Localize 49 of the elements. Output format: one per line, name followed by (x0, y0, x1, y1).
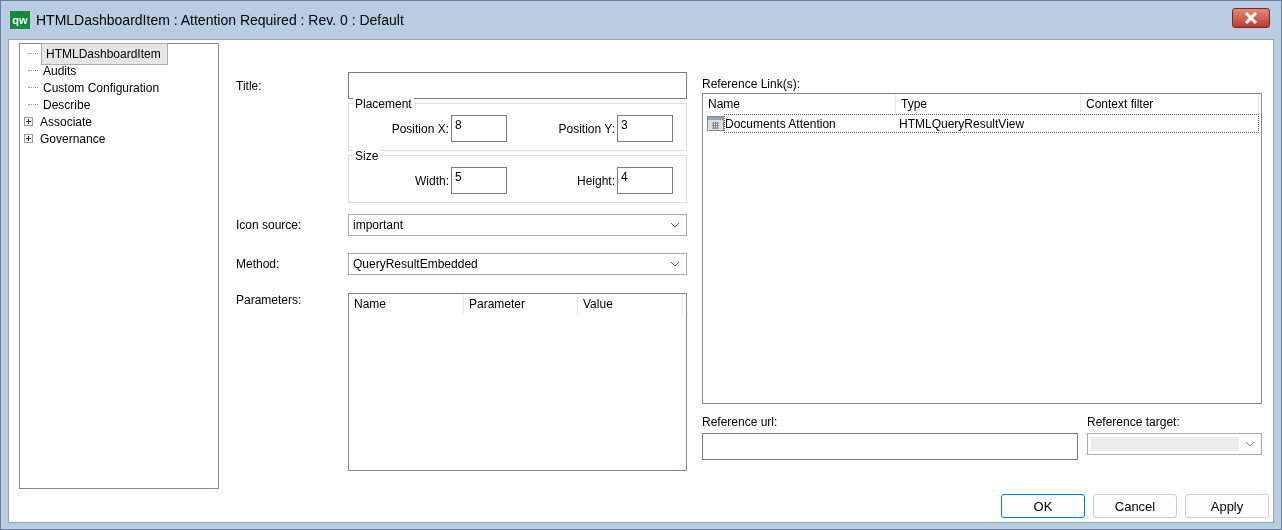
field-label: Position Y: (557, 121, 615, 136)
position-y-field[interactable]: 3 (617, 115, 673, 142)
height-field[interactable]: 4 (617, 167, 673, 194)
field-label: Title: (236, 78, 263, 93)
field-label: Method: (236, 257, 281, 271)
window-title: HTMLDashboardItem : Attention Required : Rev. 0 : Default (36, 12, 405, 28)
field-label: Reference url: (702, 415, 779, 431)
tree-item[interactable]: Describe (41, 97, 93, 112)
chevron-icon (670, 261, 680, 267)
field-label: Parameters: (236, 293, 303, 307)
column-header[interactable]: Context filter (1081, 94, 1259, 114)
tree-item[interactable]: HTMLDashboardItem (41, 42, 168, 65)
method-dropdown[interactable]: QueryResultEmbedded (348, 253, 687, 275)
close-icon (1244, 12, 1258, 24)
field-label: Reference target: (1087, 415, 1181, 431)
tree-item[interactable]: Audits (41, 63, 79, 78)
column-header[interactable]: Parameter (464, 294, 578, 314)
expand-icon[interactable] (24, 134, 33, 143)
field-label: Width: (414, 173, 449, 188)
column-header[interactable]: Name (703, 94, 896, 114)
reference-url-field[interactable] (702, 433, 1078, 460)
field-label: Icon source: (236, 218, 303, 232)
chevron-icon (670, 222, 680, 228)
column-header[interactable]: Type (896, 94, 1081, 114)
field-label: Position X: (390, 121, 449, 136)
tree-item[interactable]: Governance (38, 131, 108, 146)
group-legend: Size (353, 149, 381, 163)
app-logo: qw (10, 11, 30, 29)
column-header[interactable]: Value (578, 294, 683, 314)
field-label: Height: (575, 173, 615, 188)
section-label: Reference Link(s): (702, 77, 802, 93)
expand-icon[interactable] (24, 117, 33, 126)
close-button[interactable] (1232, 8, 1270, 28)
table-icon (707, 116, 724, 131)
dialog-button[interactable]: Apply (1185, 494, 1269, 518)
icon-source-dropdown[interactable]: important (348, 214, 687, 236)
chevron-icon (1245, 441, 1255, 447)
title-field[interactable] (348, 72, 687, 99)
table-row[interactable]: Documents Attention HTMLQueryResultView (724, 114, 1259, 133)
dialog-button[interactable]: OK (1001, 494, 1085, 518)
table-cell-text: HTMLQueryResultView (899, 116, 1026, 131)
column-header[interactable]: Name (349, 294, 464, 314)
position-x-field[interactable]: 8 (451, 115, 507, 142)
group-legend: Placement (353, 97, 414, 111)
tree-item[interactable]: Custom Configuration (41, 80, 162, 95)
dialog-button[interactable]: Cancel (1093, 494, 1177, 518)
tree-item[interactable]: Associate (38, 114, 95, 129)
width-field[interactable]: 5 (451, 167, 507, 194)
table-cell-text: Documents Attention (725, 116, 837, 131)
